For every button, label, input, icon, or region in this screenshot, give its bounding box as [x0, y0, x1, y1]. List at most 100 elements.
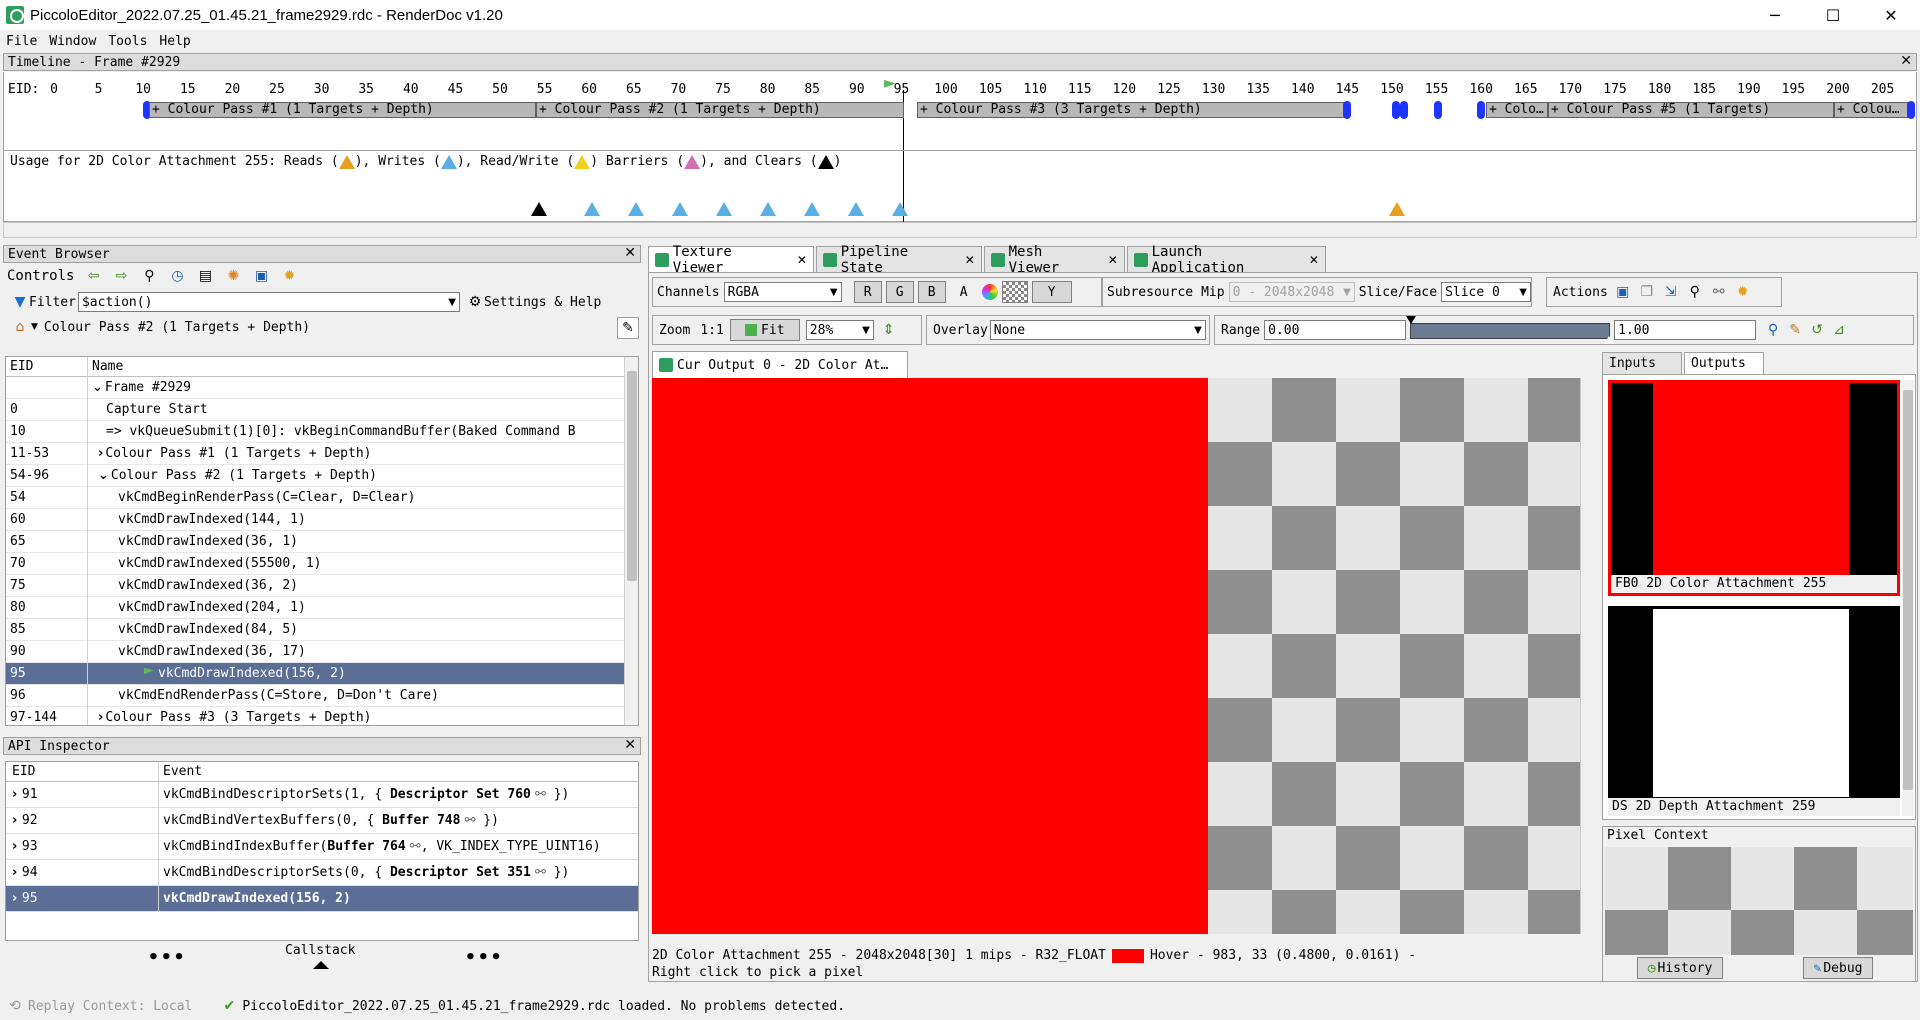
pixel-context-preview[interactable]: [1605, 847, 1913, 955]
event-row[interactable]: 85 vkCmdDrawIndexed(84, 5): [6, 618, 638, 641]
clear-event-marker-icon[interactable]: [531, 202, 547, 216]
event-tree-scrollbar[interactable]: [624, 357, 638, 725]
timer-icon[interactable]: ◷: [168, 267, 186, 285]
event-row[interactable]: ⌄ Frame #2929: [6, 376, 638, 399]
debug-button[interactable]: ✎ Debug: [1803, 957, 1873, 979]
close-icon[interactable]: ✕: [965, 253, 975, 267]
link-icon[interactable]: ⚯: [460, 813, 476, 828]
menu-window[interactable]: Window: [49, 34, 96, 49]
histogram-icon[interactable]: ⊿: [1830, 321, 1848, 339]
api-row[interactable]: › 93 vkCmdBindIndexBuffer(Buffer 764 ⚯, V…: [6, 833, 638, 860]
expand-chevron-icon[interactable]: ›: [12, 787, 22, 802]
thumbnail-fb0[interactable]: FB0 2D Color Attachment 255: [1608, 380, 1900, 596]
event-tree[interactable]: EID Name ⌄ Frame #2929 0 Capture Start 10 => …: [5, 356, 639, 726]
channel-g-toggle[interactable]: G: [885, 281, 914, 303]
event-row[interactable]: 65 vkCmdDrawIndexed(36, 1): [6, 530, 638, 553]
api-event-list[interactable]: EID Event › 91 vkCmdBindDescriptorSets(1,…: [5, 761, 639, 941]
channel-a-toggle[interactable]: A: [950, 285, 978, 300]
find-binoculars-icon[interactable]: ⚲: [140, 267, 158, 285]
channel-r-toggle[interactable]: R: [853, 281, 882, 303]
edit-icon[interactable]: ✎: [617, 317, 639, 339]
settings-gear-icon[interactable]: ✹: [1734, 283, 1752, 301]
chevron-down-icon[interactable]: ▼: [448, 297, 456, 308]
close-icon[interactable]: ✕: [1900, 53, 1912, 69]
expand-chevron-icon[interactable]: ⌄: [92, 377, 103, 399]
gamma-y-toggle[interactable]: Y: [1031, 281, 1072, 303]
api-resource-link[interactable]: Buffer 748: [382, 813, 460, 828]
link-icon[interactable]: ⚯: [531, 787, 546, 802]
timeline-body[interactable]: EID: 0 5 10 15 20 25 30 35 40 45 50 55 60 65 70 75 80 85 9…: [3, 72, 1917, 222]
minimize-button[interactable]: ─: [1746, 0, 1804, 30]
viewer-horizontal-scrollbar[interactable]: [652, 934, 1582, 946]
api-resource-link[interactable]: Descriptor Set 351: [390, 865, 531, 880]
event-row[interactable]: 60 vkCmdDrawIndexed(144, 1): [6, 508, 638, 531]
api-row[interactable]: › 92 vkCmdBindVertexBuffers(0, { Buffer 7…: [6, 807, 638, 834]
tab-launch-application[interactable]: Launch Application ✕: [1126, 244, 1326, 276]
channels-select[interactable]: RGBA ▼: [723, 282, 842, 302]
tab-mesh-viewer[interactable]: Mesh Viewer ✕: [983, 244, 1125, 276]
settings-gear-icon[interactable]: ✹: [280, 267, 298, 285]
flip-vertical-icon[interactable]: ⇕: [880, 321, 898, 339]
tab-outputs[interactable]: Outputs: [1684, 352, 1764, 374]
close-icon[interactable]: ✕: [797, 253, 807, 267]
close-button[interactable]: ✕: [1862, 0, 1920, 30]
export-icon[interactable]: ▤: [196, 267, 214, 285]
color-wheel-icon[interactable]: [981, 284, 998, 300]
tab-cur-output[interactable]: Cur Output 0 - 2D Color At…: [652, 351, 908, 378]
maximize-button[interactable]: ☐: [1804, 0, 1862, 30]
write-event-marker-icon[interactable]: [584, 202, 600, 216]
range-max-input[interactable]: 1.00: [1614, 320, 1757, 340]
close-icon[interactable]: ✕: [624, 737, 636, 753]
write-event-marker-icon[interactable]: [892, 202, 908, 216]
thumbnail-ds[interactable]: DS 2D Depth Attachment 259: [1608, 606, 1900, 816]
expand-chevron-icon[interactable]: ⌄: [98, 465, 109, 487]
event-row[interactable]: 0 Capture Start: [6, 398, 638, 421]
range-histogram[interactable]: [1406, 316, 1615, 344]
more-icon[interactable]: •••: [148, 947, 187, 968]
zoom-1to1-button[interactable]: 1:1: [700, 323, 723, 338]
expand-up-icon[interactable]: [313, 961, 329, 969]
expand-chevron-icon[interactable]: ›: [12, 865, 22, 880]
event-row[interactable]: 80 vkCmdDrawIndexed(204, 1): [6, 596, 638, 619]
settings-help-link[interactable]: Settings & Help: [484, 295, 601, 310]
close-icon[interactable]: ✕: [1108, 253, 1118, 267]
write-event-marker-icon[interactable]: [760, 202, 776, 216]
menu-file[interactable]: File: [6, 34, 37, 49]
col-header-eid[interactable]: EID: [6, 762, 159, 782]
col-header-name[interactable]: Name: [88, 357, 123, 377]
breadcrumb-item[interactable]: Colour Pass #2 (1 Targets + Depth): [44, 320, 310, 335]
event-row[interactable]: 70 vkCmdDrawIndexed(55500, 1): [6, 552, 638, 575]
event-row[interactable]: 95 vkCmdDrawIndexed(156, 2): [6, 662, 638, 685]
range-max-handle[interactable]: [1604, 336, 1615, 344]
expand-chevron-icon[interactable]: ›: [12, 891, 22, 906]
history-button[interactable]: ◷ History: [1637, 957, 1723, 979]
timeline-pass-2[interactable]: + Colour Pass #2 (1 Targets + Depth): [536, 102, 904, 118]
tab-pipeline-state[interactable]: Pipeline State ✕: [815, 244, 982, 276]
close-icon[interactable]: ✕: [1309, 253, 1319, 267]
link-icon[interactable]: ⚯: [406, 839, 421, 854]
thumbnail-scrollbar[interactable]: [1902, 380, 1914, 816]
back-arrow-icon[interactable]: ⇦: [84, 267, 102, 285]
expand-chevron-icon[interactable]: ›: [12, 839, 22, 854]
range-min-handle[interactable]: [1406, 316, 1417, 324]
tab-texture-viewer[interactable]: Texture Viewer ✕: [648, 244, 814, 276]
write-event-marker-icon[interactable]: [716, 202, 732, 216]
find-binoculars-icon[interactable]: ⚲: [1686, 283, 1704, 301]
timeline-pass-5[interactable]: + Colour Pass #5 (1 Targets): [1548, 102, 1834, 118]
open-compare-icon[interactable]: ❐: [1638, 283, 1656, 301]
menu-help[interactable]: Help: [159, 34, 190, 49]
timeline-pass-6[interactable]: + Colou…: [1834, 102, 1908, 118]
api-resource-link[interactable]: Buffer 764: [327, 839, 405, 854]
menu-tools[interactable]: Tools: [108, 34, 147, 49]
expand-chevron-icon[interactable]: ›: [12, 813, 22, 828]
api-resource-link[interactable]: vkCmdDrawIndexed(156, 2): [163, 891, 351, 906]
collapse-chevron-icon[interactable]: ›: [98, 443, 103, 465]
mip-select[interactable]: 0 - 2048x2048 ▼: [1228, 282, 1355, 302]
auto-fit-wand-icon[interactable]: ✎: [1786, 321, 1804, 339]
home-icon[interactable]: ⌂: [11, 318, 29, 336]
api-resource-link[interactable]: Descriptor Set 760: [390, 787, 531, 802]
zoom-range-icon[interactable]: ⚲: [1764, 321, 1782, 339]
gear-icon[interactable]: ⚙: [466, 293, 484, 311]
link-icon[interactable]: ⚯: [1710, 283, 1728, 301]
checkerboard-toggle-icon[interactable]: [1001, 281, 1028, 303]
